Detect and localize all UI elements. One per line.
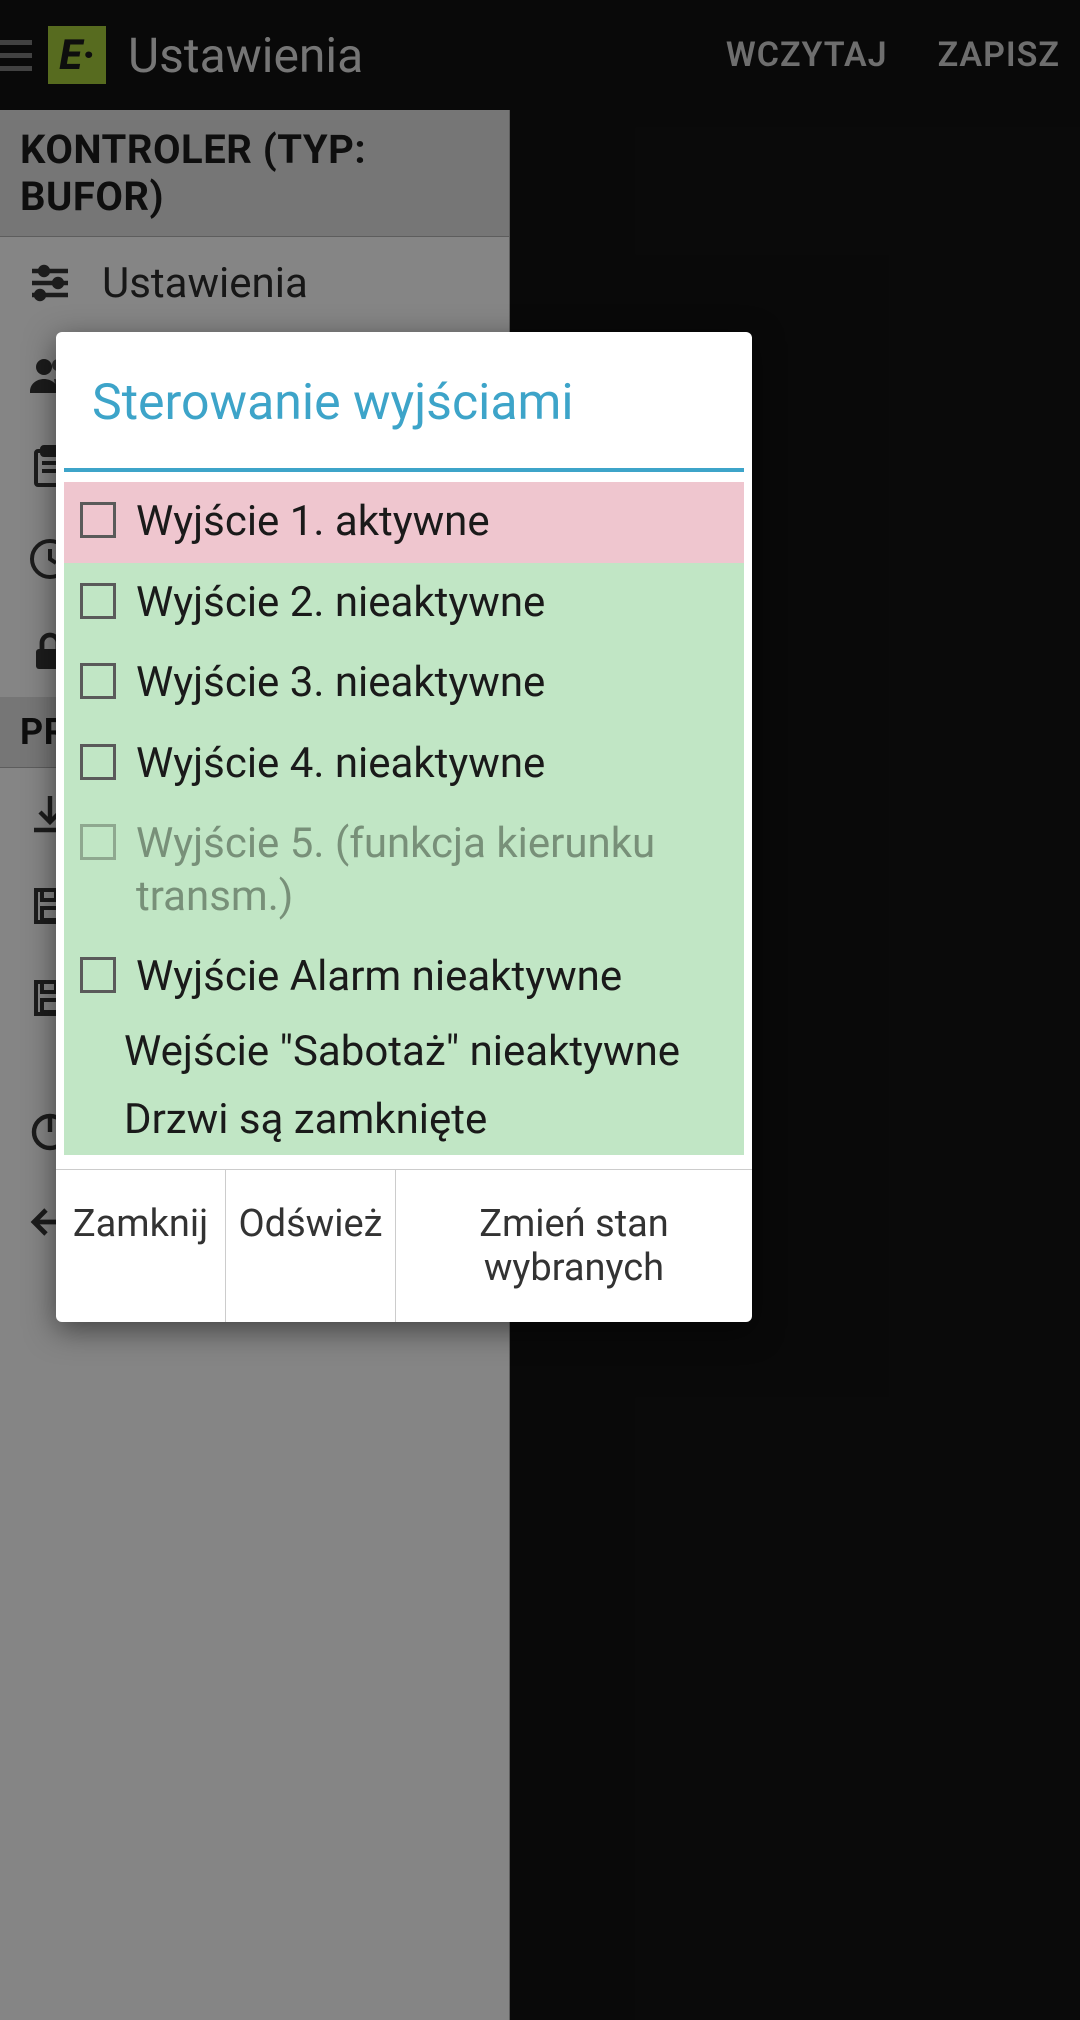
checkbox[interactable] [80,744,116,780]
output-label: Wyjście Alarm nieaktywne [136,951,728,1004]
output-label: Wyjście 4. nieaktywne [136,738,728,791]
toggle-selected-button[interactable]: Zmień stan wybranych [396,1170,752,1322]
output-row-alarm[interactable]: Wyjście Alarm nieaktywne [64,937,744,1018]
output-label: Wyjście 1. aktywne [136,496,728,549]
dialog-button-bar: Zamknij Odśwież Zmień stan wybranych [56,1169,752,1322]
checkbox[interactable] [80,502,116,538]
close-button[interactable]: Zamknij [56,1170,226,1322]
output-row-2[interactable]: Wyjście 2. nieaktywne [64,563,744,644]
output-row-4[interactable]: Wyjście 4. nieaktywne [64,724,744,805]
output-label: Wyjście 2. nieaktywne [136,577,728,630]
status-door: Drzwi są zamknięte [64,1086,744,1155]
output-row-5: Wyjście 5. (funkcja kierunku transm.) [64,804,744,937]
checkbox[interactable] [80,957,116,993]
output-list: Wyjście 1. aktywne Wyjście 2. nieaktywne… [64,482,744,1155]
output-control-dialog: Sterowanie wyjściami Wyjście 1. aktywne … [56,332,752,1322]
status-sabotage: Wejście "Sabotaż" nieaktywne [64,1018,744,1087]
output-label: Wyjście 5. (funkcja kierunku transm.) [136,818,728,923]
output-row-3[interactable]: Wyjście 3. nieaktywne [64,643,744,724]
checkbox[interactable] [80,663,116,699]
checkbox [80,824,116,860]
output-row-1[interactable]: Wyjście 1. aktywne [64,482,744,563]
output-label: Wyjście 3. nieaktywne [136,657,728,710]
dialog-title: Sterowanie wyjściami [56,332,752,468]
checkbox[interactable] [80,583,116,619]
refresh-button[interactable]: Odśwież [226,1170,396,1322]
dialog-divider [64,468,744,472]
